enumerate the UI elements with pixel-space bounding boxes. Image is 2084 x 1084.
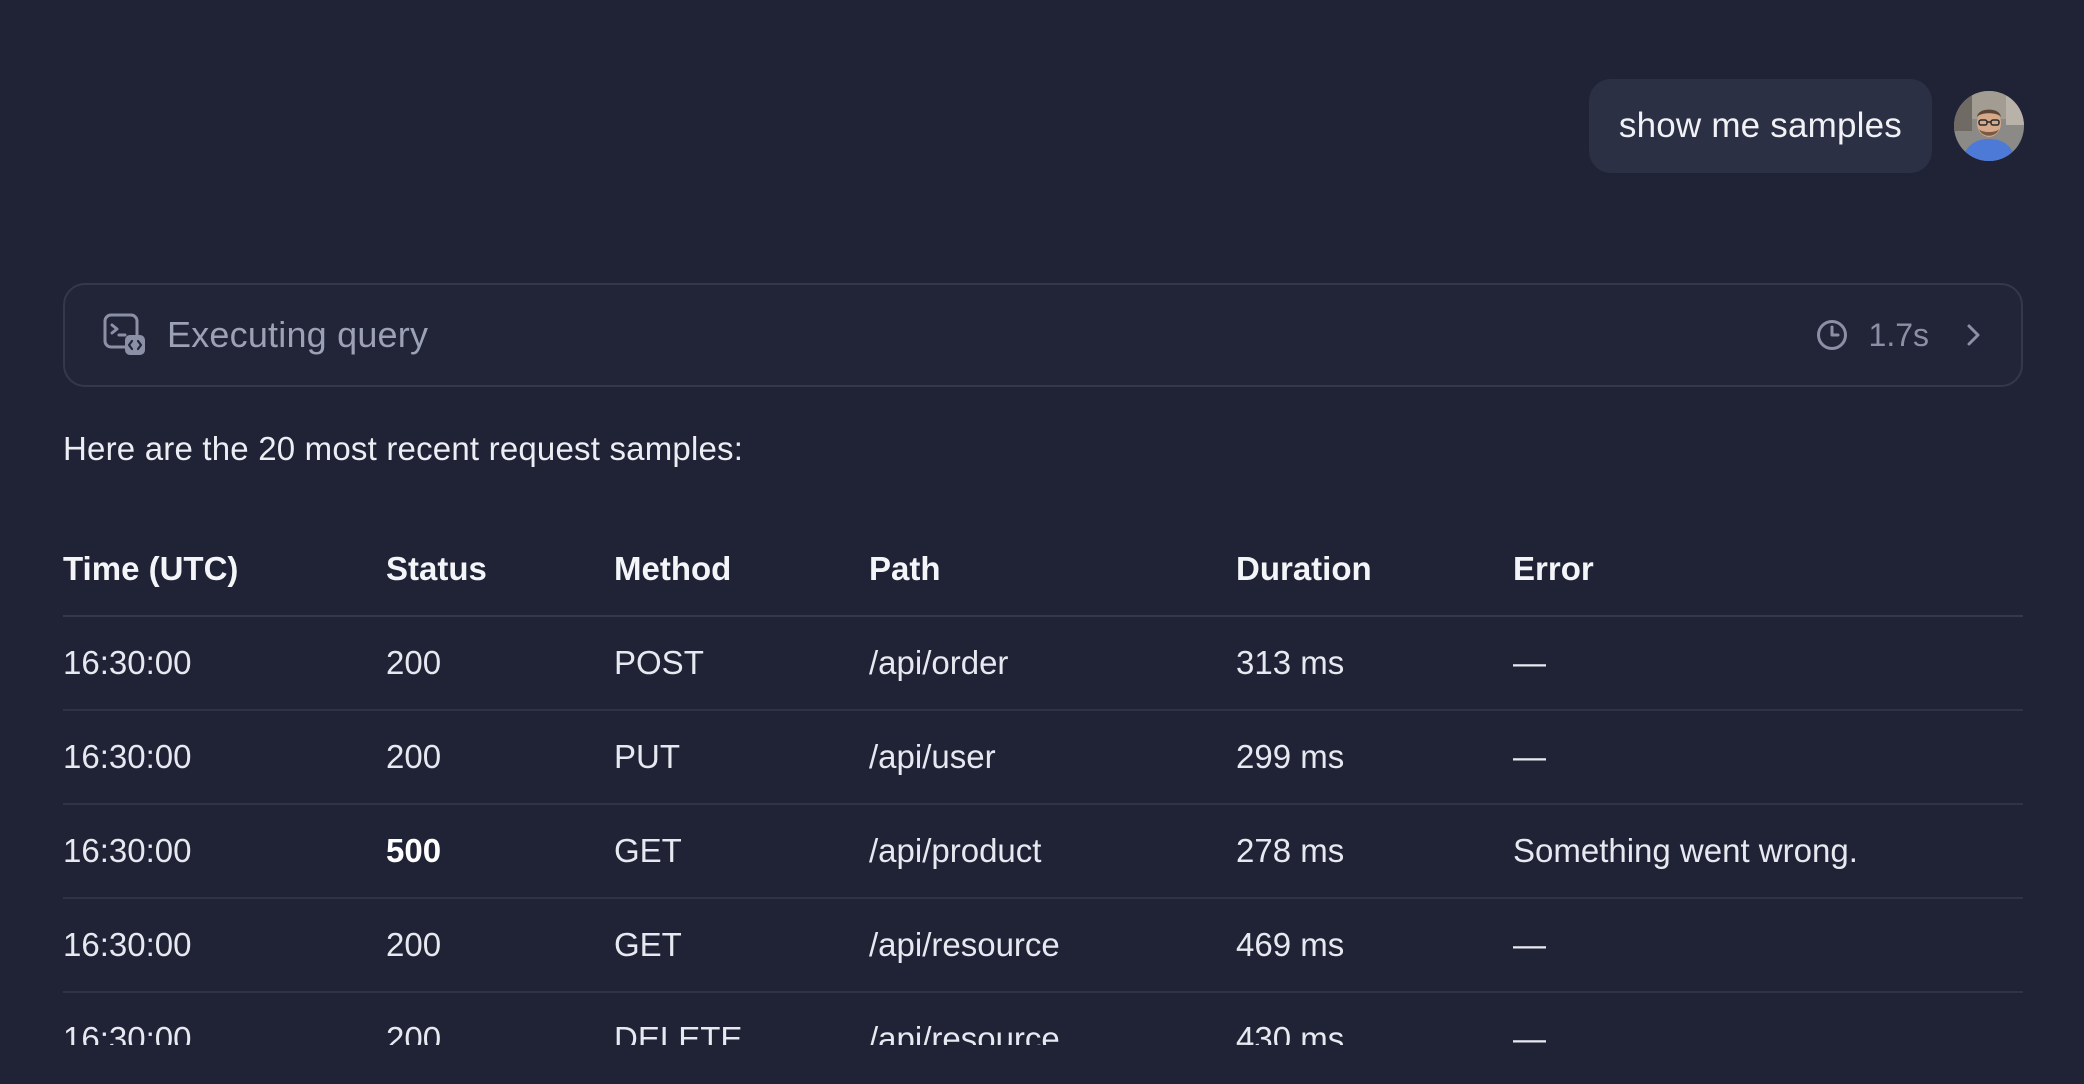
cell-path: /api/product <box>869 804 1236 899</box>
table-row: 16:30:00 200 DELETE /api/resource 430 ms… <box>63 992 2023 1045</box>
cell-method: PUT <box>614 710 869 805</box>
cell-duration: 313 ms <box>1236 616 1513 711</box>
cell-path: /api/resource <box>869 898 1236 993</box>
terminal-code-icon <box>103 313 145 355</box>
header-time: Time (UTC) <box>63 522 386 617</box>
chat-page: show me samples Executing query 1.7s Her… <box>0 0 2084 1084</box>
cell-method: DELETE <box>614 992 869 1045</box>
cell-time: 16:30:00 <box>63 804 386 899</box>
chevron-right-icon[interactable] <box>1959 321 1987 349</box>
cell-time: 16:30:00 <box>63 898 386 993</box>
tool-call-label: Executing query <box>167 314 429 355</box>
cell-method: POST <box>614 616 869 711</box>
cell-status: 200 <box>386 616 614 711</box>
clock-icon <box>1816 320 1847 350</box>
cell-status-error: 500 <box>386 804 614 899</box>
user-message-row: show me samples <box>1588 79 2024 173</box>
cell-path: /api/resource <box>869 992 1236 1045</box>
header-error: Error <box>1513 522 2023 617</box>
samples-table-container[interactable]: Time (UTC) Status Method Path Duration E… <box>63 522 2023 1045</box>
table-header-row: Time (UTC) Status Method Path Duration E… <box>63 522 2023 617</box>
cell-time: 16:30:00 <box>63 710 386 805</box>
header-duration: Duration <box>1236 522 1513 617</box>
header-method: Method <box>614 522 869 617</box>
cell-duration: 299 ms <box>1236 710 1513 805</box>
cell-error: — <box>1513 992 2023 1045</box>
cell-error: — <box>1513 616 2023 711</box>
table-row: 16:30:00 500 GET /api/product 278 ms Som… <box>63 804 2023 899</box>
cell-error: — <box>1513 898 2023 993</box>
table-row: 16:30:00 200 GET /api/resource 469 ms — <box>63 898 2023 993</box>
cell-error: — <box>1513 710 2023 805</box>
cell-path: /api/order <box>869 616 1236 711</box>
table-row: 16:30:00 200 POST /api/order 313 ms — <box>63 616 2023 711</box>
cell-duration: 469 ms <box>1236 898 1513 993</box>
cell-duration: 430 ms <box>1236 992 1513 1045</box>
cell-status: 200 <box>386 710 614 805</box>
user-message-bubble: show me samples <box>1588 79 1932 173</box>
tool-call-duration: 1.7s <box>1868 316 1929 353</box>
user-avatar[interactable] <box>1954 91 2024 161</box>
tool-call-bar[interactable]: Executing query 1.7s <box>63 283 2023 387</box>
cell-status: 200 <box>386 992 614 1045</box>
header-status: Status <box>386 522 614 617</box>
cell-method: GET <box>614 898 869 993</box>
cell-status: 200 <box>386 898 614 993</box>
cell-time: 16:30:00 <box>63 616 386 711</box>
samples-table: Time (UTC) Status Method Path Duration E… <box>63 522 2023 1045</box>
cell-error: Something went wrong. <box>1513 804 2023 899</box>
assistant-intro-text: Here are the 20 most recent request samp… <box>63 430 744 467</box>
avatar-photo-icon <box>1954 91 2024 161</box>
cell-duration: 278 ms <box>1236 804 1513 899</box>
cell-path: /api/user <box>869 710 1236 805</box>
table-row: 16:30:00 200 PUT /api/user 299 ms — <box>63 710 2023 805</box>
header-path: Path <box>869 522 1236 617</box>
cell-method: GET <box>614 804 869 899</box>
tool-call-meta: 1.7s <box>1815 317 1987 354</box>
cell-time: 16:30:00 <box>63 992 386 1045</box>
